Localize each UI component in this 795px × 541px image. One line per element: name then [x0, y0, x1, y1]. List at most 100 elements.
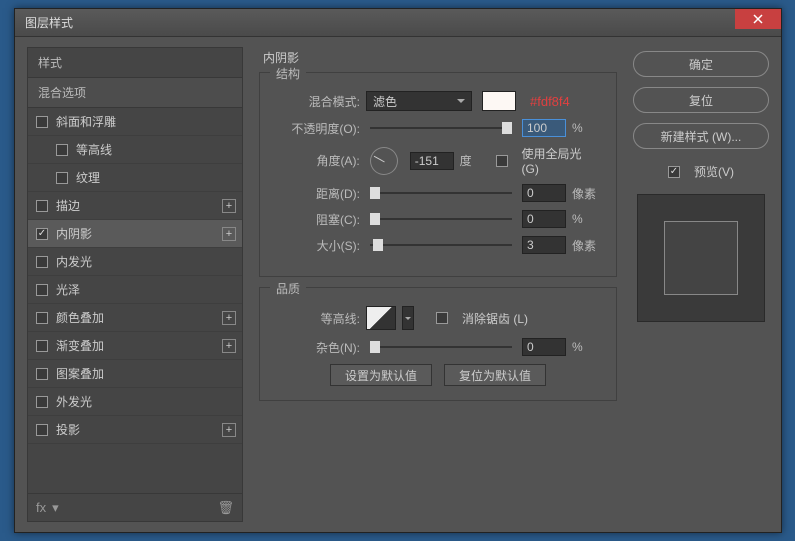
choke-label: 阻塞(C):: [274, 211, 360, 228]
contour-picker[interactable]: [366, 306, 396, 330]
ok-button[interactable]: 确定: [633, 51, 769, 77]
style-label: 外发光: [56, 393, 92, 410]
style-label: 等高线: [76, 141, 112, 158]
style-checkbox[interactable]: [36, 116, 48, 128]
angle-label: 角度(A):: [274, 152, 360, 169]
style-item-5[interactable]: 内发光: [28, 248, 242, 276]
make-default-button[interactable]: 设置为默认值: [330, 364, 432, 386]
cancel-button[interactable]: 复位: [633, 87, 769, 113]
style-item-3[interactable]: 描边 +: [28, 192, 242, 220]
noise-label: 杂色(N):: [274, 339, 360, 356]
settings-panel: 内阴影 结构 混合模式: 滤色 #fdf8f4 不透明度(O): 100 % 角…: [253, 47, 623, 522]
distance-label: 距离(D):: [274, 185, 360, 202]
quality-group: 品质 等高线: 消除锯齿 (L) 杂色(N): 0 % 设置为默认值: [259, 287, 617, 401]
style-item-9[interactable]: 图案叠加: [28, 360, 242, 388]
style-checkbox[interactable]: [36, 424, 48, 436]
angle-dial[interactable]: [370, 147, 398, 175]
size-unit: 像素: [572, 237, 602, 254]
opacity-label: 不透明度(O):: [274, 120, 360, 137]
noise-slider[interactable]: [370, 346, 512, 348]
reset-default-button[interactable]: 复位为默认值: [444, 364, 546, 386]
add-icon[interactable]: +: [222, 227, 236, 241]
style-item-6[interactable]: 光泽: [28, 276, 242, 304]
style-item-0[interactable]: 斜面和浮雕: [28, 108, 242, 136]
global-light-checkbox[interactable]: [496, 155, 508, 167]
close-icon: [753, 14, 763, 24]
noise-unit: %: [572, 340, 602, 354]
style-checkbox[interactable]: [36, 256, 48, 268]
antialias-checkbox[interactable]: [436, 312, 448, 324]
preview-checkbox[interactable]: [668, 166, 680, 178]
structure-legend: 结构: [270, 65, 306, 82]
slider-thumb[interactable]: [370, 187, 380, 199]
style-checkbox[interactable]: [56, 172, 68, 184]
add-icon[interactable]: +: [222, 339, 236, 353]
style-item-2[interactable]: 纹理: [28, 164, 242, 192]
style-checkbox[interactable]: [36, 228, 48, 240]
style-checkbox[interactable]: [56, 144, 68, 156]
contour-dropdown[interactable]: [402, 306, 414, 330]
slider-thumb[interactable]: [370, 341, 380, 353]
quality-legend: 品质: [270, 280, 306, 297]
style-label: 投影: [56, 421, 80, 438]
color-note: #fdf8f4: [530, 94, 570, 109]
choke-slider[interactable]: [370, 218, 512, 220]
style-label: 纹理: [76, 169, 100, 186]
blending-options[interactable]: 混合选项: [28, 77, 242, 108]
choke-unit: %: [572, 212, 602, 226]
preview-label: 预览(V): [694, 163, 734, 180]
style-item-11[interactable]: 投影 +: [28, 416, 242, 444]
slider-thumb[interactable]: [373, 239, 383, 251]
distance-unit: 像素: [572, 185, 602, 202]
blend-mode-select[interactable]: 滤色: [366, 91, 472, 111]
style-label: 光泽: [56, 281, 80, 298]
style-checkbox[interactable]: [36, 340, 48, 352]
opacity-unit: %: [572, 121, 602, 135]
color-swatch[interactable]: [482, 91, 516, 111]
style-checkbox[interactable]: [36, 312, 48, 324]
angle-unit: 度: [460, 152, 490, 169]
titlebar[interactable]: 图层样式: [15, 9, 781, 37]
style-item-4[interactable]: 内阴影 +: [28, 220, 242, 248]
style-item-10[interactable]: 外发光: [28, 388, 242, 416]
choke-input[interactable]: 0: [522, 210, 566, 228]
size-input[interactable]: 3: [522, 236, 566, 254]
distance-slider[interactable]: [370, 192, 512, 194]
style-item-7[interactable]: 颜色叠加 +: [28, 304, 242, 332]
close-button[interactable]: [735, 9, 781, 29]
style-label: 斜面和浮雕: [56, 113, 116, 130]
preview-box: [637, 194, 765, 322]
style-checkbox[interactable]: [36, 284, 48, 296]
slider-thumb[interactable]: [370, 213, 380, 225]
style-checkbox[interactable]: [36, 368, 48, 380]
global-light-label: 使用全局光 (G): [522, 145, 602, 176]
chevron-down-icon[interactable]: ▾: [52, 500, 59, 516]
style-item-8[interactable]: 渐变叠加+: [28, 332, 242, 360]
style-label: 内阴影: [56, 225, 92, 242]
style-label: 描边: [56, 197, 80, 214]
new-style-button[interactable]: 新建样式 (W)...: [633, 123, 769, 149]
blend-mode-label: 混合模式:: [274, 93, 360, 110]
antialias-label: 消除锯齿 (L): [462, 310, 528, 327]
add-icon[interactable]: +: [222, 199, 236, 213]
add-icon[interactable]: +: [222, 311, 236, 325]
add-icon[interactable]: +: [222, 423, 236, 437]
styles-header: 样式: [28, 48, 242, 77]
style-label: 图案叠加: [56, 365, 104, 382]
style-checkbox[interactable]: [36, 200, 48, 212]
fx-icon[interactable]: fx: [36, 500, 46, 515]
styles-footer: fx ▾ 🗑: [28, 493, 242, 521]
window-title: 图层样式: [25, 14, 735, 31]
distance-input[interactable]: 0: [522, 184, 566, 202]
size-slider[interactable]: [370, 244, 512, 246]
style-item-1[interactable]: 等高线: [28, 136, 242, 164]
slider-thumb[interactable]: [502, 122, 512, 134]
style-checkbox[interactable]: [36, 396, 48, 408]
opacity-input[interactable]: 100: [522, 119, 566, 137]
noise-input[interactable]: 0: [522, 338, 566, 356]
style-label: 颜色叠加: [56, 309, 104, 326]
opacity-slider[interactable]: [370, 127, 512, 129]
angle-input[interactable]: -151: [410, 152, 454, 170]
contour-label: 等高线:: [274, 310, 360, 327]
trash-icon[interactable]: 🗑: [217, 500, 234, 516]
